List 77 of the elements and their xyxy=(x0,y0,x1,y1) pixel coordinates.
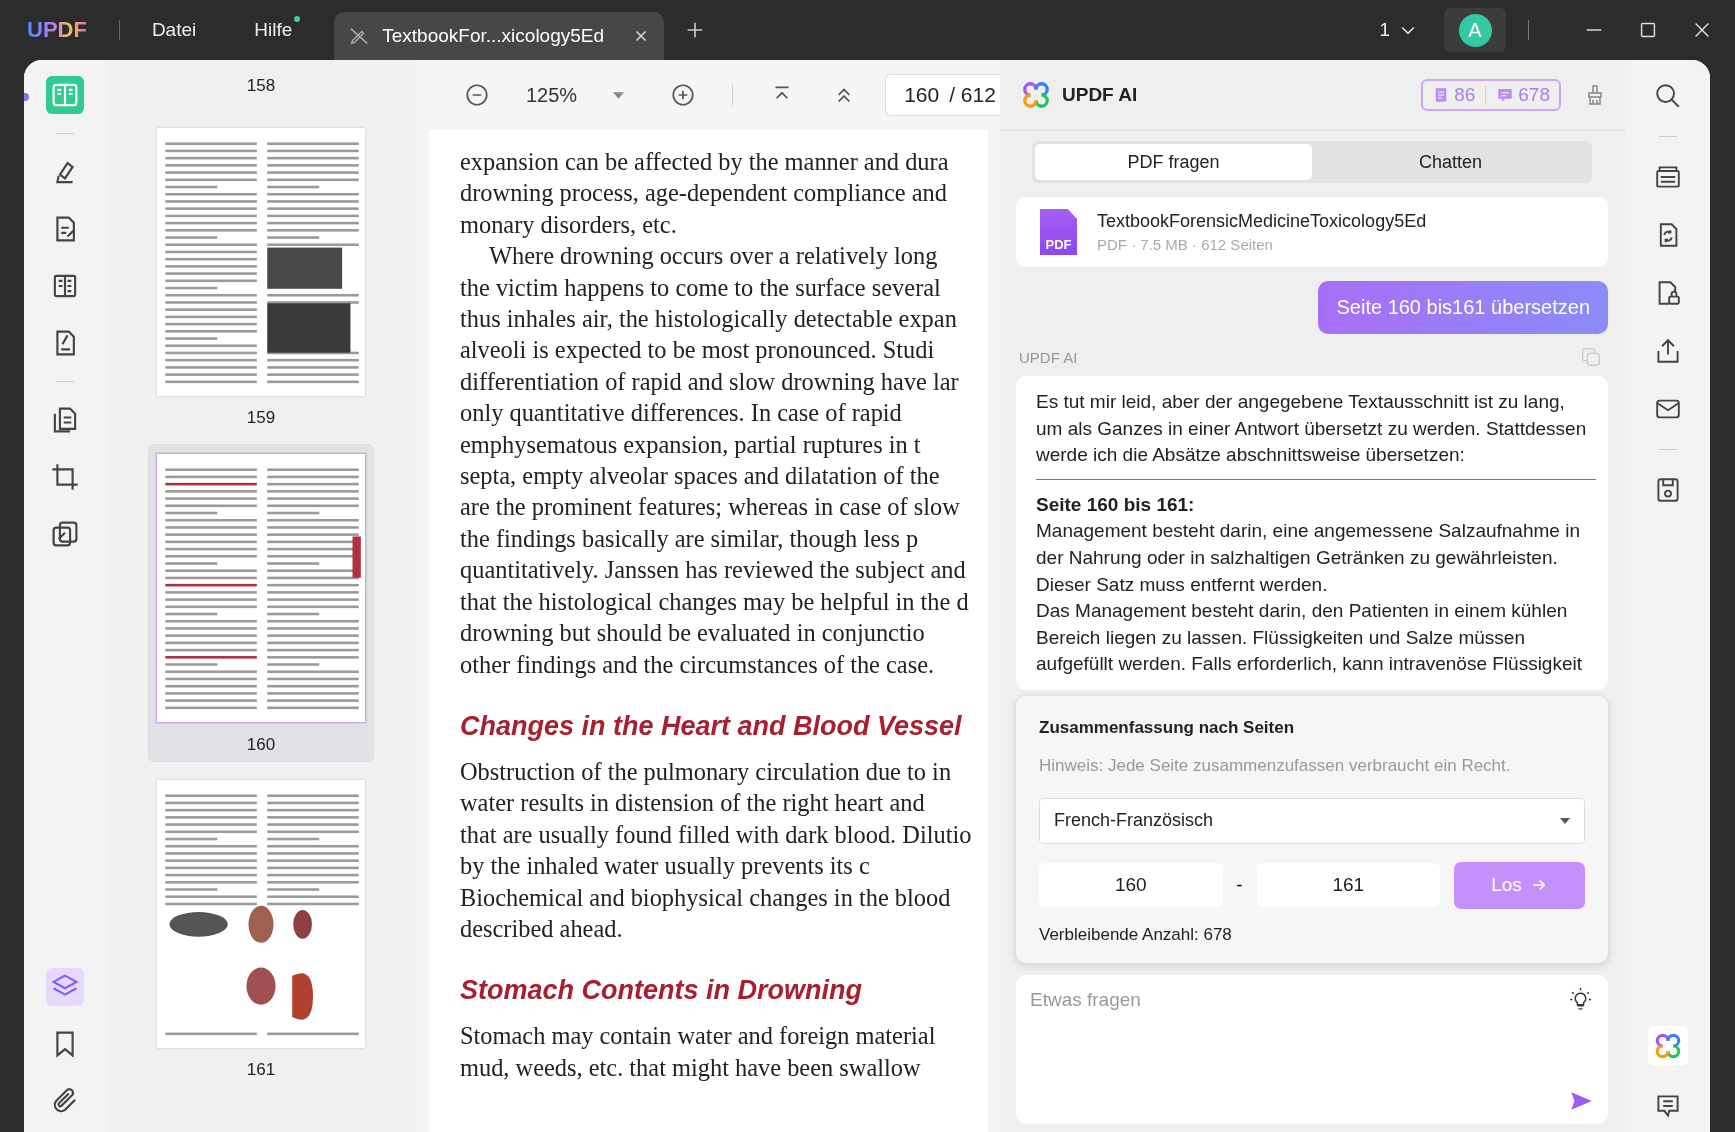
page-indicator[interactable]: 1 xyxy=(1379,19,1390,41)
language-dropdown[interactable]: French-Französisch xyxy=(1039,797,1585,844)
answer-text: Management besteht darin, eine angemessene Salzaufnahme in der Nahrung oder in salzhaltigen Getränken zu gewährleisten. xyxy=(1036,519,1581,570)
question-box[interactable]: Etwas fragen xyxy=(1016,974,1608,1124)
mode-tab[interactable]: PDF fragen xyxy=(1035,144,1312,180)
chat-icon xyxy=(1496,86,1515,104)
file-meta: PDF · 7.5 MB · 612 Seiten xyxy=(1097,236,1274,253)
text-line: water results in distension of the right heart and xyxy=(460,788,926,819)
menu-item[interactable]: Hilfe xyxy=(254,19,301,41)
zoom-out-icon[interactable] xyxy=(464,82,490,108)
answer-heading: Seite 160 bis 161: xyxy=(1036,492,1196,517)
answer-text: Es tut mir leid, aber der angegebene Textausschnitt ist zu lang, um als Ganzes in einer Antwort übersetzt zu werden. Stattdessen werde ich die Absätze abschnittsweise übersetzen: xyxy=(1036,390,1588,468)
text-line: differentiation of rapid and slow drowning have lar xyxy=(460,366,960,397)
page-thumbnail[interactable] xyxy=(157,780,365,1048)
page-number: 158 xyxy=(246,76,276,96)
text-line: quantitatively. Janssen has reviewed the subject and xyxy=(460,555,967,586)
document-tab[interactable]: TextbookFor...xicology5Ed xyxy=(334,12,665,60)
text-line: septa, empty alveolar spaces and dilatation of the xyxy=(460,461,941,492)
page-number: 161 xyxy=(246,1060,276,1080)
summary-title: Zusammenfassung nach Seiten xyxy=(1039,717,1296,738)
range-separator: - xyxy=(1236,874,1243,896)
section-heading: Changes in the Heart and Blood Vessel xyxy=(460,710,963,742)
zoom-in-icon[interactable] xyxy=(670,82,697,108)
text-line: drowning process, age-dependent compliance and xyxy=(460,178,948,209)
answer-text: Dieser Satz muss entfernt werden. xyxy=(1036,572,1329,597)
page-total: / 612 xyxy=(949,83,996,107)
lightbulb-icon[interactable] xyxy=(1568,986,1593,1012)
text-line: that the histological changes may be helpful in the d xyxy=(460,586,969,617)
zoom-level[interactable]: 125% xyxy=(526,83,578,107)
file-name: TextbookForensicMedicineToxicology5Ed xyxy=(1097,211,1427,232)
text-line: the findings basically are similar, though less p xyxy=(460,523,920,554)
text-line: Biochemical and biophysical changes in the blood xyxy=(460,882,952,913)
page-quota: 86 xyxy=(1454,84,1476,106)
sender-label: UPDF AI xyxy=(1019,348,1078,366)
text-line: by the inhaled water usually prevents its c xyxy=(460,851,871,882)
notification-dot xyxy=(294,16,301,22)
panel-title: UPDF AI xyxy=(1062,84,1138,106)
tab-title: TextbookFor...xicology5Ed xyxy=(382,25,606,47)
text-line: Stomach may contain water and foreign material xyxy=(460,1021,936,1052)
page-number-field[interactable]: 160 / 612 xyxy=(885,74,1000,116)
text-line: alveoli is expected to be most pronounced. Studi xyxy=(460,335,936,366)
text-line: only quantitative differences. In case of rapid xyxy=(460,398,903,429)
text-line: are the prominent features; whereas in case of slow xyxy=(460,492,961,523)
ai-logo-icon[interactable] xyxy=(1647,1026,1688,1066)
chat-quota: 678 xyxy=(1518,84,1550,106)
ai-logo-icon xyxy=(1022,81,1050,109)
caret-down-icon[interactable] xyxy=(613,91,625,99)
page-thumbnail[interactable] xyxy=(156,453,366,723)
answer-text: Das Management besteht darin, den Patienten in einem kühlen Bereich liegen zu lassen. Flüssigkeiten und Salze müssen aufgefüllt werden. Falls erforderlich, kann intravenöse Flüssigkeit xyxy=(1036,599,1583,677)
start-page-field[interactable]: 160 xyxy=(1039,863,1223,908)
text-line: mud, weeds, etc. that might have been swallow xyxy=(460,1052,922,1083)
text-line: that are usually found filled with dark blood. Dilutio xyxy=(460,819,972,850)
remaining-count: Verbleibende Anzahl: 678 xyxy=(1039,924,1233,945)
text-line: other findings and the circumstances of the case. xyxy=(460,649,936,680)
text-line: described ahead. xyxy=(460,913,624,944)
section-heading: Stomach Contents in Drowning xyxy=(460,975,863,1007)
summary-hint: Hinweis: Jede Seite zusammenzufassen verbraucht ein Recht. xyxy=(1039,755,1512,776)
text-line: drowning but should be evaluated in conjunctio xyxy=(460,618,926,649)
page-number: 159 xyxy=(246,408,276,428)
text-line: emphysematous expansion, partial ruptures in t xyxy=(460,429,922,460)
question-field[interactable]: Etwas fragen xyxy=(1028,986,1568,1114)
text-line: Obstruction of the pulmonary circulation due to in xyxy=(460,756,953,787)
text-line: expansion can be affected by the manner and dura xyxy=(460,147,949,177)
user-message: Seite 160 bis161 übersetzen xyxy=(1318,281,1608,334)
text-line: monary disorders, etc. xyxy=(460,209,678,240)
current-page: 160 xyxy=(904,83,940,107)
caret-down-icon xyxy=(1560,817,1570,824)
mode-tab[interactable]: Chatten xyxy=(1312,144,1589,180)
end-page-field[interactable]: 161 xyxy=(1256,863,1440,908)
text-line: Where drowning occurs over a relatively long xyxy=(488,241,939,272)
menu-item[interactable]: Datei xyxy=(151,19,197,41)
file-type-label: PDF xyxy=(1045,237,1072,252)
page-number: 160 xyxy=(246,735,276,755)
text-line: the victim happens to come to the surface several xyxy=(460,272,942,303)
page-thumbnail[interactable] xyxy=(157,128,365,396)
text-line: thus inhales air, the histologically detectable expan xyxy=(460,304,958,335)
layers-icon[interactable] xyxy=(46,968,84,1006)
